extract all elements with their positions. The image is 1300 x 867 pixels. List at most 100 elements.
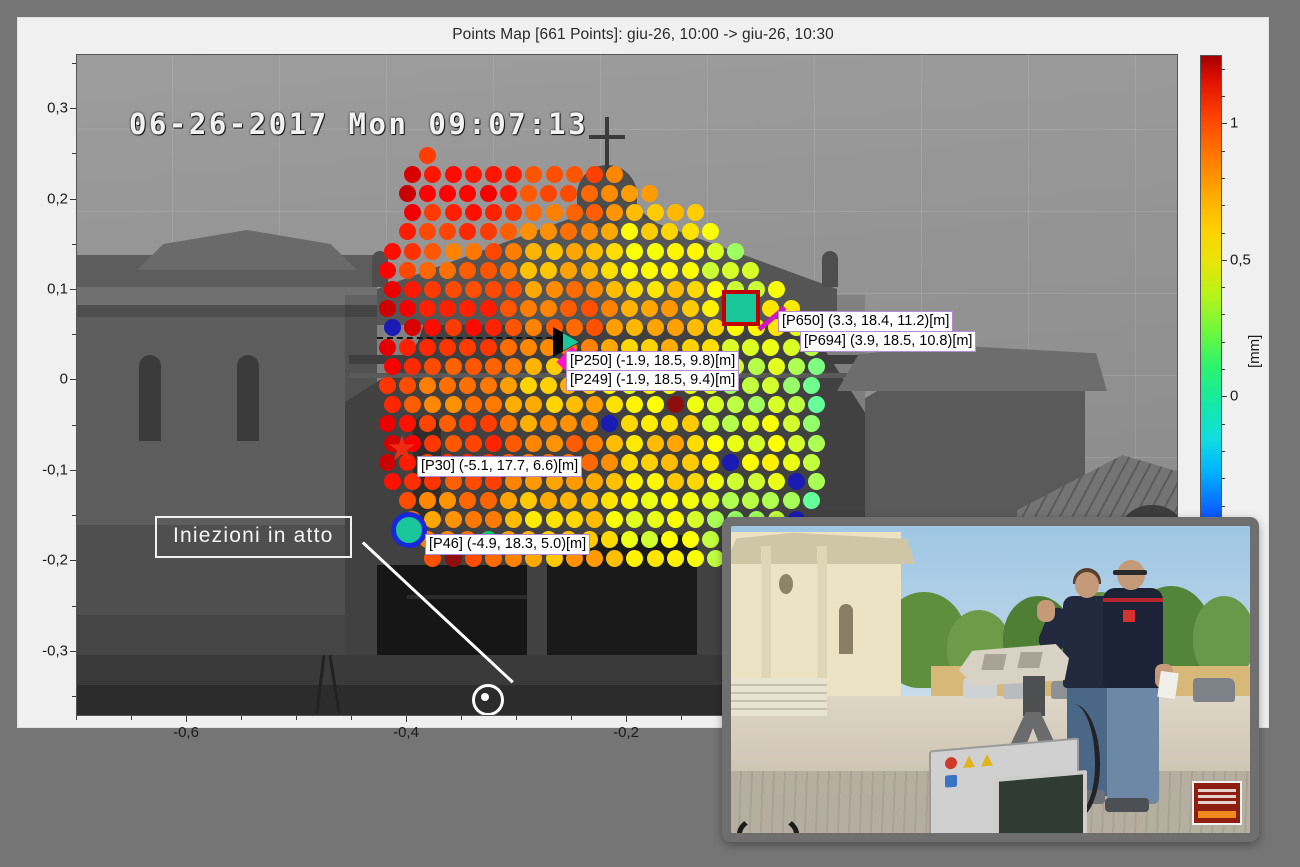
- scatter-point[interactable]: [802, 376, 820, 394]
- scatter-point[interactable]: [681, 300, 699, 318]
- scatter-point[interactable]: [378, 300, 396, 318]
- scatter-point[interactable]: [505, 165, 523, 183]
- scatter-point[interactable]: [479, 492, 497, 510]
- scatter-point[interactable]: [742, 376, 760, 394]
- scatter-point[interactable]: [808, 472, 826, 490]
- scatter-point[interactable]: [545, 280, 563, 298]
- scatter-point[interactable]: [600, 300, 618, 318]
- scatter-point[interactable]: [525, 242, 543, 260]
- scatter-point[interactable]: [808, 357, 826, 375]
- scatter-point[interactable]: [767, 472, 785, 490]
- scatter-point[interactable]: [499, 376, 517, 394]
- scatter-point[interactable]: [485, 242, 502, 260]
- scatter-point[interactable]: [418, 184, 436, 202]
- scatter-point[interactable]: [580, 261, 598, 279]
- scatter-point[interactable]: [646, 434, 664, 452]
- scatter-point[interactable]: [646, 242, 664, 260]
- scatter-point[interactable]: [782, 492, 800, 510]
- scatter-point[interactable]: [586, 472, 603, 490]
- scatter-point[interactable]: [666, 549, 684, 567]
- scatter-point[interactable]: [404, 165, 422, 183]
- scatter-point[interactable]: [505, 242, 523, 260]
- scatter-point[interactable]: [418, 338, 436, 356]
- scatter-point[interactable]: [687, 396, 704, 414]
- scatter-point[interactable]: [545, 242, 563, 260]
- scatter-point[interactable]: [444, 280, 462, 298]
- scatter-point[interactable]: [398, 223, 416, 241]
- scatter-point[interactable]: [661, 261, 679, 279]
- scatter-point[interactable]: [439, 338, 457, 356]
- scatter-point[interactable]: [600, 453, 618, 471]
- scatter-point[interactable]: [701, 415, 719, 433]
- scatter-point[interactable]: [565, 511, 583, 529]
- scatter-point[interactable]: [398, 415, 416, 433]
- scatter-point[interactable]: [641, 261, 659, 279]
- scatter-point[interactable]: [479, 415, 497, 433]
- scatter-point[interactable]: [479, 223, 497, 241]
- scatter-point[interactable]: [485, 204, 502, 222]
- scatter-point[interactable]: [444, 434, 462, 452]
- scatter-point[interactable]: [600, 492, 618, 510]
- scatter-point[interactable]: [600, 530, 618, 548]
- scatter-point[interactable]: [418, 376, 436, 394]
- scatter-point[interactable]: [641, 184, 659, 202]
- scatter-point[interactable]: [418, 261, 436, 279]
- scatter-point[interactable]: [464, 280, 482, 298]
- scatter-point[interactable]: [444, 357, 462, 375]
- scatter-point[interactable]: [540, 376, 558, 394]
- scatter-point[interactable]: [505, 280, 523, 298]
- scatter-point[interactable]: [479, 338, 497, 356]
- scatter-point[interactable]: [707, 472, 725, 490]
- scatter-point[interactable]: [519, 261, 537, 279]
- scatter-point[interactable]: [439, 184, 457, 202]
- scatter-point[interactable]: [687, 472, 704, 490]
- data-label-p46[interactable]: [P46] (-4.9, 18.3, 5.0)[m]: [425, 534, 591, 556]
- scatter-point[interactable]: [479, 300, 497, 318]
- scatter-point[interactable]: [687, 549, 704, 567]
- scatter-point[interactable]: [545, 511, 563, 529]
- scatter-point[interactable]: [782, 376, 800, 394]
- scatter-point[interactable]: [666, 280, 684, 298]
- scatter-point[interactable]: [788, 357, 805, 375]
- data-label-p650[interactable]: [P650] (3.3, 18.4, 11.2)[m]: [778, 311, 954, 333]
- scatter-point[interactable]: [384, 242, 401, 260]
- scatter-point[interactable]: [444, 511, 462, 529]
- scatter-point[interactable]: [606, 472, 624, 490]
- scatter-point[interactable]: [701, 223, 719, 241]
- scatter-point[interactable]: [384, 472, 401, 490]
- scatter-point[interactable]: [580, 184, 598, 202]
- scatter-point[interactable]: [464, 165, 482, 183]
- scatter-point[interactable]: [565, 165, 583, 183]
- scatter-point[interactable]: [707, 242, 725, 260]
- scatter-point[interactable]: [519, 300, 537, 318]
- scatter-point[interactable]: [439, 261, 457, 279]
- scatter-point[interactable]: [545, 165, 563, 183]
- scatter-point[interactable]: [540, 261, 558, 279]
- scatter-point[interactable]: [378, 376, 396, 394]
- scatter-point[interactable]: [721, 453, 739, 471]
- scatter-point[interactable]: [742, 261, 760, 279]
- scatter-point[interactable]: [666, 472, 684, 490]
- scatter-point[interactable]: [762, 453, 780, 471]
- scatter-point[interactable]: [464, 319, 482, 337]
- scatter-point[interactable]: [727, 434, 745, 452]
- scatter-point[interactable]: [767, 357, 785, 375]
- scatter-point[interactable]: [646, 280, 664, 298]
- scatter-point[interactable]: [424, 357, 442, 375]
- scatter-point[interactable]: [586, 434, 603, 452]
- scatter-point[interactable]: [398, 376, 416, 394]
- scatter-point[interactable]: [586, 204, 603, 222]
- scatter-point[interactable]: [802, 415, 820, 433]
- scatter-point[interactable]: [606, 434, 624, 452]
- scatter-point[interactable]: [767, 396, 785, 414]
- scatter-point[interactable]: [586, 165, 603, 183]
- scatter-point[interactable]: [519, 376, 537, 394]
- scatter-point[interactable]: [464, 396, 482, 414]
- scatter-point[interactable]: [499, 261, 517, 279]
- scatter-point[interactable]: [404, 242, 422, 260]
- scatter-point[interactable]: [646, 204, 664, 222]
- scatter-point[interactable]: [620, 261, 638, 279]
- scatter-point[interactable]: [479, 376, 497, 394]
- scatter-point[interactable]: [681, 492, 699, 510]
- scatter-point[interactable]: [666, 319, 684, 337]
